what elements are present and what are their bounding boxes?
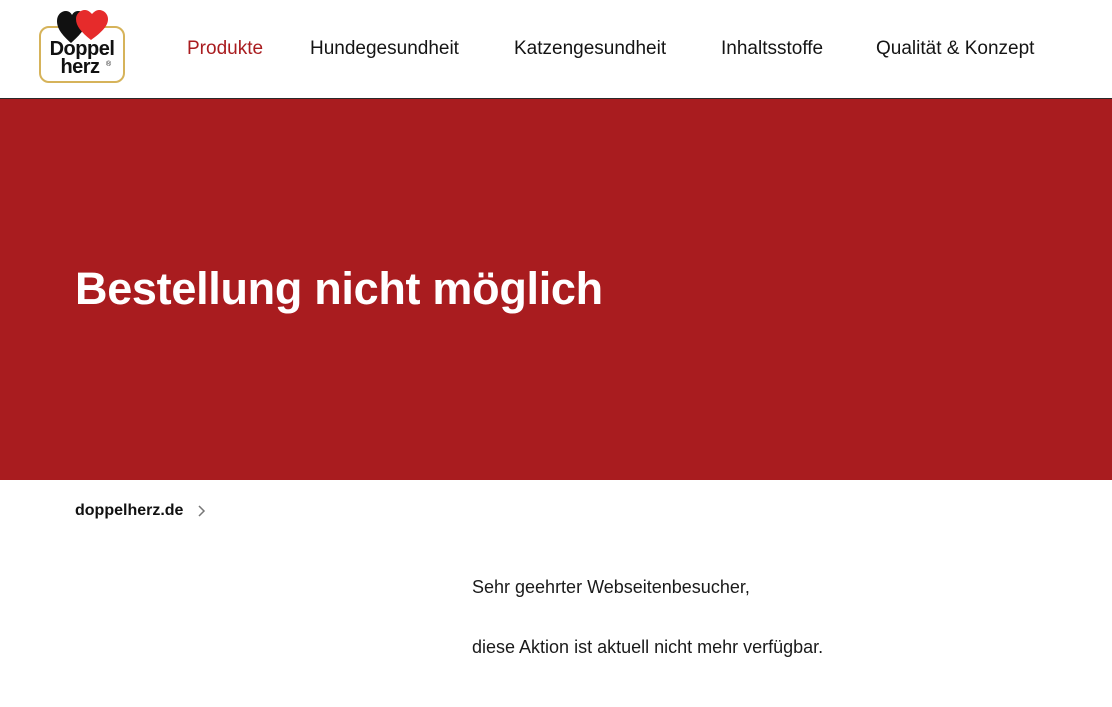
page-title: Bestellung nicht möglich [75,263,603,314]
nav-item-hundegesundheit[interactable]: Hundegesundheit [310,37,459,61]
greeting-text: Sehr geehrter Webseitenbesucher, [472,577,750,597]
breadcrumb: doppelherz.de [75,500,206,522]
breadcrumb-home-link[interactable]: doppelherz.de [75,502,183,520]
nav-item-katzengesundheit[interactable]: Katzengesundheit [514,37,666,61]
hero-banner: Bestellung nicht möglich [0,99,1112,480]
nav-item-inhaltsstoffe[interactable]: Inhaltsstoffe [721,37,823,61]
nav-item-produkte[interactable]: Produkte [187,37,263,61]
chevron-right-icon [198,505,206,517]
message-text: diese Aktion ist aktuell nicht mehr verf… [472,637,824,657]
nav-item-qualitaet-konzept[interactable]: Qualität & Konzept [876,37,1034,61]
logo-text-line2: herz [60,56,100,78]
doppelherz-logo[interactable]: Doppel herz ® [37,10,129,86]
main-content: Sehr geehrter Webseitenbesucher, diese A… [472,574,1032,660]
registered-mark: ® [106,61,112,68]
site-header: Doppel herz ® Produkte Hundegesundheit K… [0,0,1112,99]
